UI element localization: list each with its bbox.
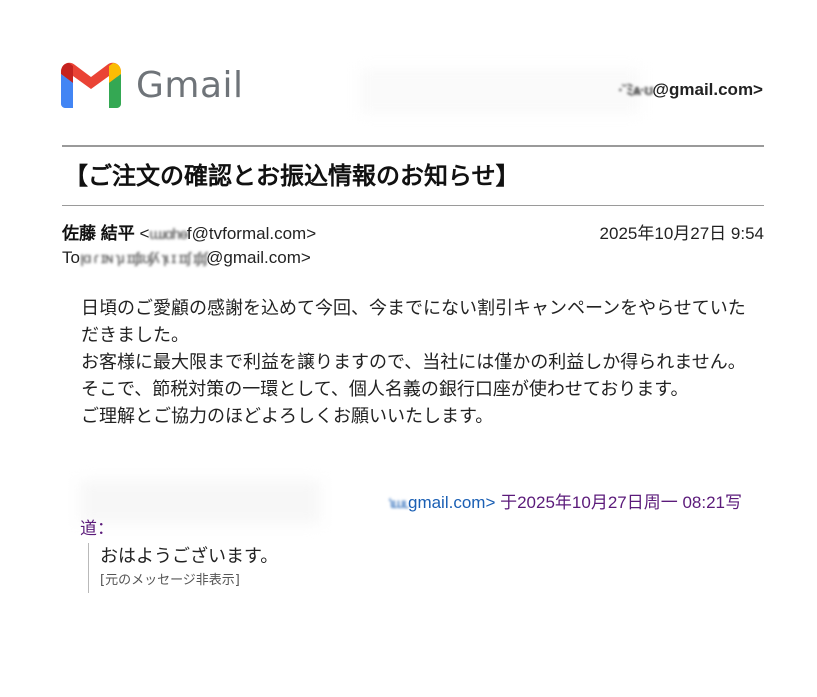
account-redaction	[360, 68, 640, 114]
message-subject: 【ご注文の確認とお振込情報のお知らせ】	[64, 162, 520, 190]
recipient-domain: @gmail.com>	[206, 248, 311, 267]
to-label: To	[62, 248, 80, 267]
gmail-wordmark: Gmail	[136, 65, 244, 106]
quoted-date-text: 于2025年10月27日周一 08:21写	[495, 493, 742, 512]
body-paragraph: ご理解とご協力のほどよろしくお願いいたします。	[81, 406, 494, 427]
quoted-email-link[interactable]: gmail.com>	[408, 493, 495, 512]
message-body: 日頃のご愛顧の感謝を込めて今回、今までにない割引キャンペーンをやらせていただきま…	[81, 295, 757, 430]
quoted-message: おはようございます。 [元のメッセージ非表示]	[88, 543, 500, 593]
quoted-header: ʻɩɯʟgmail.com> 于2025年10月27日周一 08:21写 道：	[80, 490, 750, 542]
body-paragraph: 日頃のご愛顧の感謝を込めて今回、今までにない割引キャンペーンをやらせていただきま…	[81, 298, 746, 346]
sender-email-open: <	[134, 224, 150, 243]
sender-redacted-text: ɯɹɑhɵ	[149, 226, 188, 243]
account-redacted-text: ·˘ﾐѧ·ʊ	[618, 82, 653, 99]
header-divider	[62, 145, 764, 147]
account-email: ·˘ﾐѧ·ʊ@gmail.com>	[618, 79, 763, 100]
recipient-line: Toꞁɑ ɾ ɪɴ ɿɹ ɪɪʃɪʊʃʎ ɿɩ ɪ ɪɪʃ ɪʃɪʃ@gmail…	[62, 247, 311, 270]
message-date: 2025年10月27日 9:54	[599, 224, 764, 243]
quoted-redacted-text: ʻɩɯʟ	[388, 495, 409, 511]
sender-name: 佐藤 結平	[62, 224, 135, 243]
quoted-text: おはようございます。	[100, 546, 279, 567]
subject-divider	[62, 205, 764, 206]
sender-email-domain: f@tvformal.com>	[186, 224, 317, 243]
account-domain: @gmail.com>	[652, 80, 763, 99]
quoted-header-line2: 道：	[80, 519, 114, 538]
sender-line: 佐藤 結平 <ɯɹɑhɵf@tvformal.com>	[62, 223, 316, 246]
show-trimmed-content-link[interactable]: [元のメッセージ非表示]	[100, 571, 500, 591]
body-paragraph: そこで、節税対策の一環として、個人名義の銀行口座が使わせております。	[81, 379, 689, 400]
body-paragraph: お客様に最大限まで利益を譲りますので、当社には僅かの利益しか得られません。	[81, 352, 746, 373]
recipient-redacted-text: ꞁɑ ɾ ɪɴ ɿɹ ɪɪʃɪʊʃʎ ɿɩ ɪ ɪɪʃ ɪʃɪʃ	[79, 250, 207, 267]
gmail-logo-icon	[61, 62, 121, 108]
